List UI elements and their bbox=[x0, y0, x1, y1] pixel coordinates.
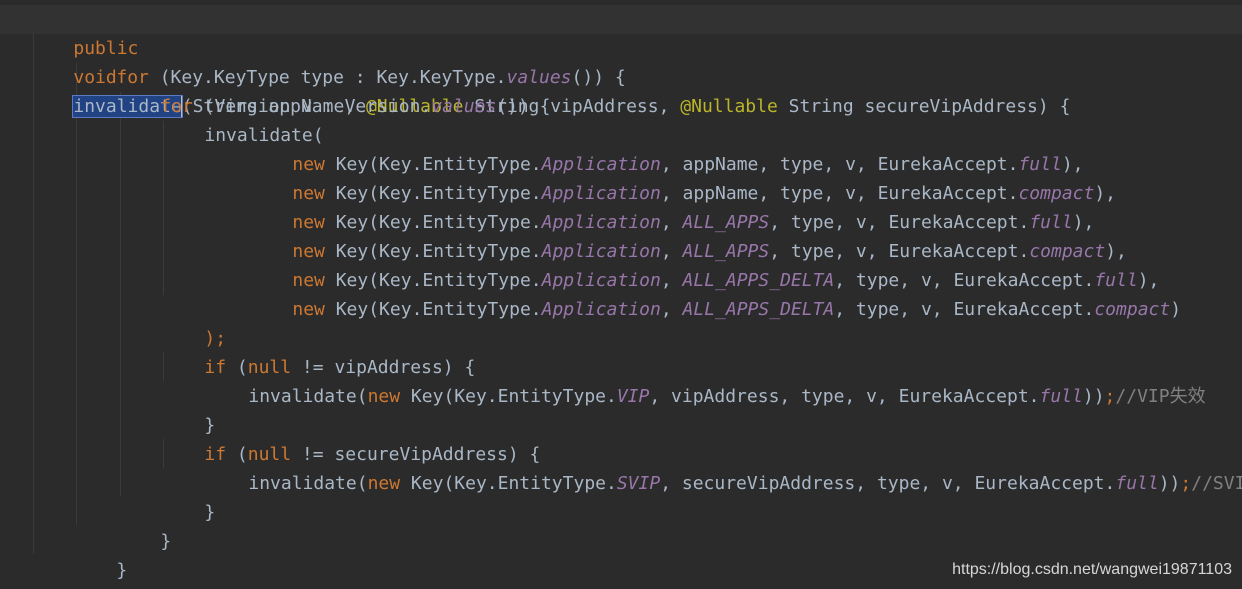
indent-guide bbox=[120, 92, 121, 496]
code-text: String secureVipAddress) { bbox=[777, 96, 1071, 117]
enum-constant: Application bbox=[541, 299, 661, 320]
code-text: Key(Key.EntityType. bbox=[400, 386, 617, 407]
code-text: } bbox=[116, 560, 128, 581]
code-line-18[interactable]: } bbox=[117, 498, 171, 552]
code-line-9[interactable]: new Key(Key.EntityType.Application, ALL_… bbox=[249, 237, 1159, 291]
code-text: ), bbox=[1094, 183, 1117, 204]
code-text: ()) { bbox=[571, 67, 626, 88]
keyword: new bbox=[367, 386, 401, 407]
watermark-url: https://blog.csdn.net/wangwei19871103 bbox=[952, 561, 1232, 578]
code-line-6[interactable]: new Key(Key.EntityType.Application, appN… bbox=[249, 150, 1116, 204]
enum-constant: VIP bbox=[616, 386, 650, 407]
code-text: invalidate( bbox=[248, 473, 368, 494]
code-text: , bbox=[660, 299, 683, 320]
static-field: full bbox=[1039, 386, 1083, 407]
code-line-16[interactable]: invalidate(new Key(Key.EntityType.SVIP, … bbox=[205, 440, 1242, 494]
code-text: , type, v, EurekaAccept. bbox=[834, 299, 1095, 320]
static-field: full bbox=[1115, 473, 1159, 494]
code-text: ) bbox=[1170, 299, 1182, 320]
code-text: Key(Key.EntityType. bbox=[400, 473, 617, 494]
code-text: )) bbox=[1082, 386, 1105, 407]
keyword: new bbox=[367, 473, 401, 494]
code-line-12[interactable]: if (null != vipAddress) { bbox=[161, 324, 475, 378]
code-line-2[interactable]: for (Key.KeyType type : Key.KeyType.valu… bbox=[73, 34, 625, 88]
annotation: @Nullable bbox=[680, 96, 778, 117]
code-line-14[interactable]: } bbox=[161, 382, 215, 436]
code-editor[interactable]: public void invalidate(String appName, @… bbox=[0, 0, 1242, 589]
code-text: ()) { bbox=[496, 96, 551, 117]
code-line-5[interactable]: new Key(Key.EntityType.Application, appN… bbox=[249, 121, 1083, 175]
code-line-11[interactable]: ); bbox=[161, 295, 226, 349]
code-line-19[interactable]: } bbox=[73, 527, 127, 581]
code-line-15[interactable]: if (null != secureVipAddress) { bbox=[161, 411, 540, 465]
keyword: new bbox=[292, 299, 325, 320]
code-line-13[interactable]: invalidate(new Key(Key.EntityType.VIP, v… bbox=[205, 353, 1205, 407]
code-text: invalidate( bbox=[248, 386, 368, 407]
code-text: , secureVipAddress, type, v, EurekaAccep… bbox=[660, 473, 1116, 494]
code-comment: //SVIP失 bbox=[1191, 473, 1242, 494]
code-text: )) bbox=[1158, 473, 1181, 494]
static-method: values bbox=[431, 96, 497, 117]
code-text: } bbox=[204, 502, 216, 523]
code-line-10[interactable]: new Key(Key.EntityType.Application, ALL_… bbox=[249, 266, 1181, 320]
code-line-3[interactable]: for (Version v : Version.values()) { bbox=[117, 63, 550, 117]
code-line-7[interactable]: new Key(Key.EntityType.Application, ALL_… bbox=[249, 179, 1094, 233]
enum-constant: SVIP bbox=[616, 473, 661, 494]
code-comment: //VIP失效 bbox=[1115, 386, 1206, 407]
semicolon: ; bbox=[1180, 473, 1192, 494]
code-text: Key(Key.EntityType. bbox=[324, 299, 542, 320]
code-line-20[interactable]: } bbox=[30, 556, 84, 585]
code-line-17[interactable]: } bbox=[161, 469, 215, 523]
code-text: } bbox=[160, 531, 172, 552]
code-line-1[interactable]: public void invalidate(String appName, @… bbox=[30, 5, 1070, 118]
static-field: compact bbox=[1094, 299, 1171, 320]
indent-guide bbox=[76, 63, 77, 525]
code-text: , vipAddress, type, v, EurekaAccept. bbox=[649, 386, 1040, 407]
static-field: ALL_APPS_DELTA bbox=[682, 299, 835, 320]
semicolon: ; bbox=[1104, 386, 1116, 407]
code-line-8[interactable]: new Key(Key.EntityType.Application, ALL_… bbox=[249, 208, 1127, 262]
code-line-4[interactable]: invalidate( bbox=[161, 92, 323, 146]
